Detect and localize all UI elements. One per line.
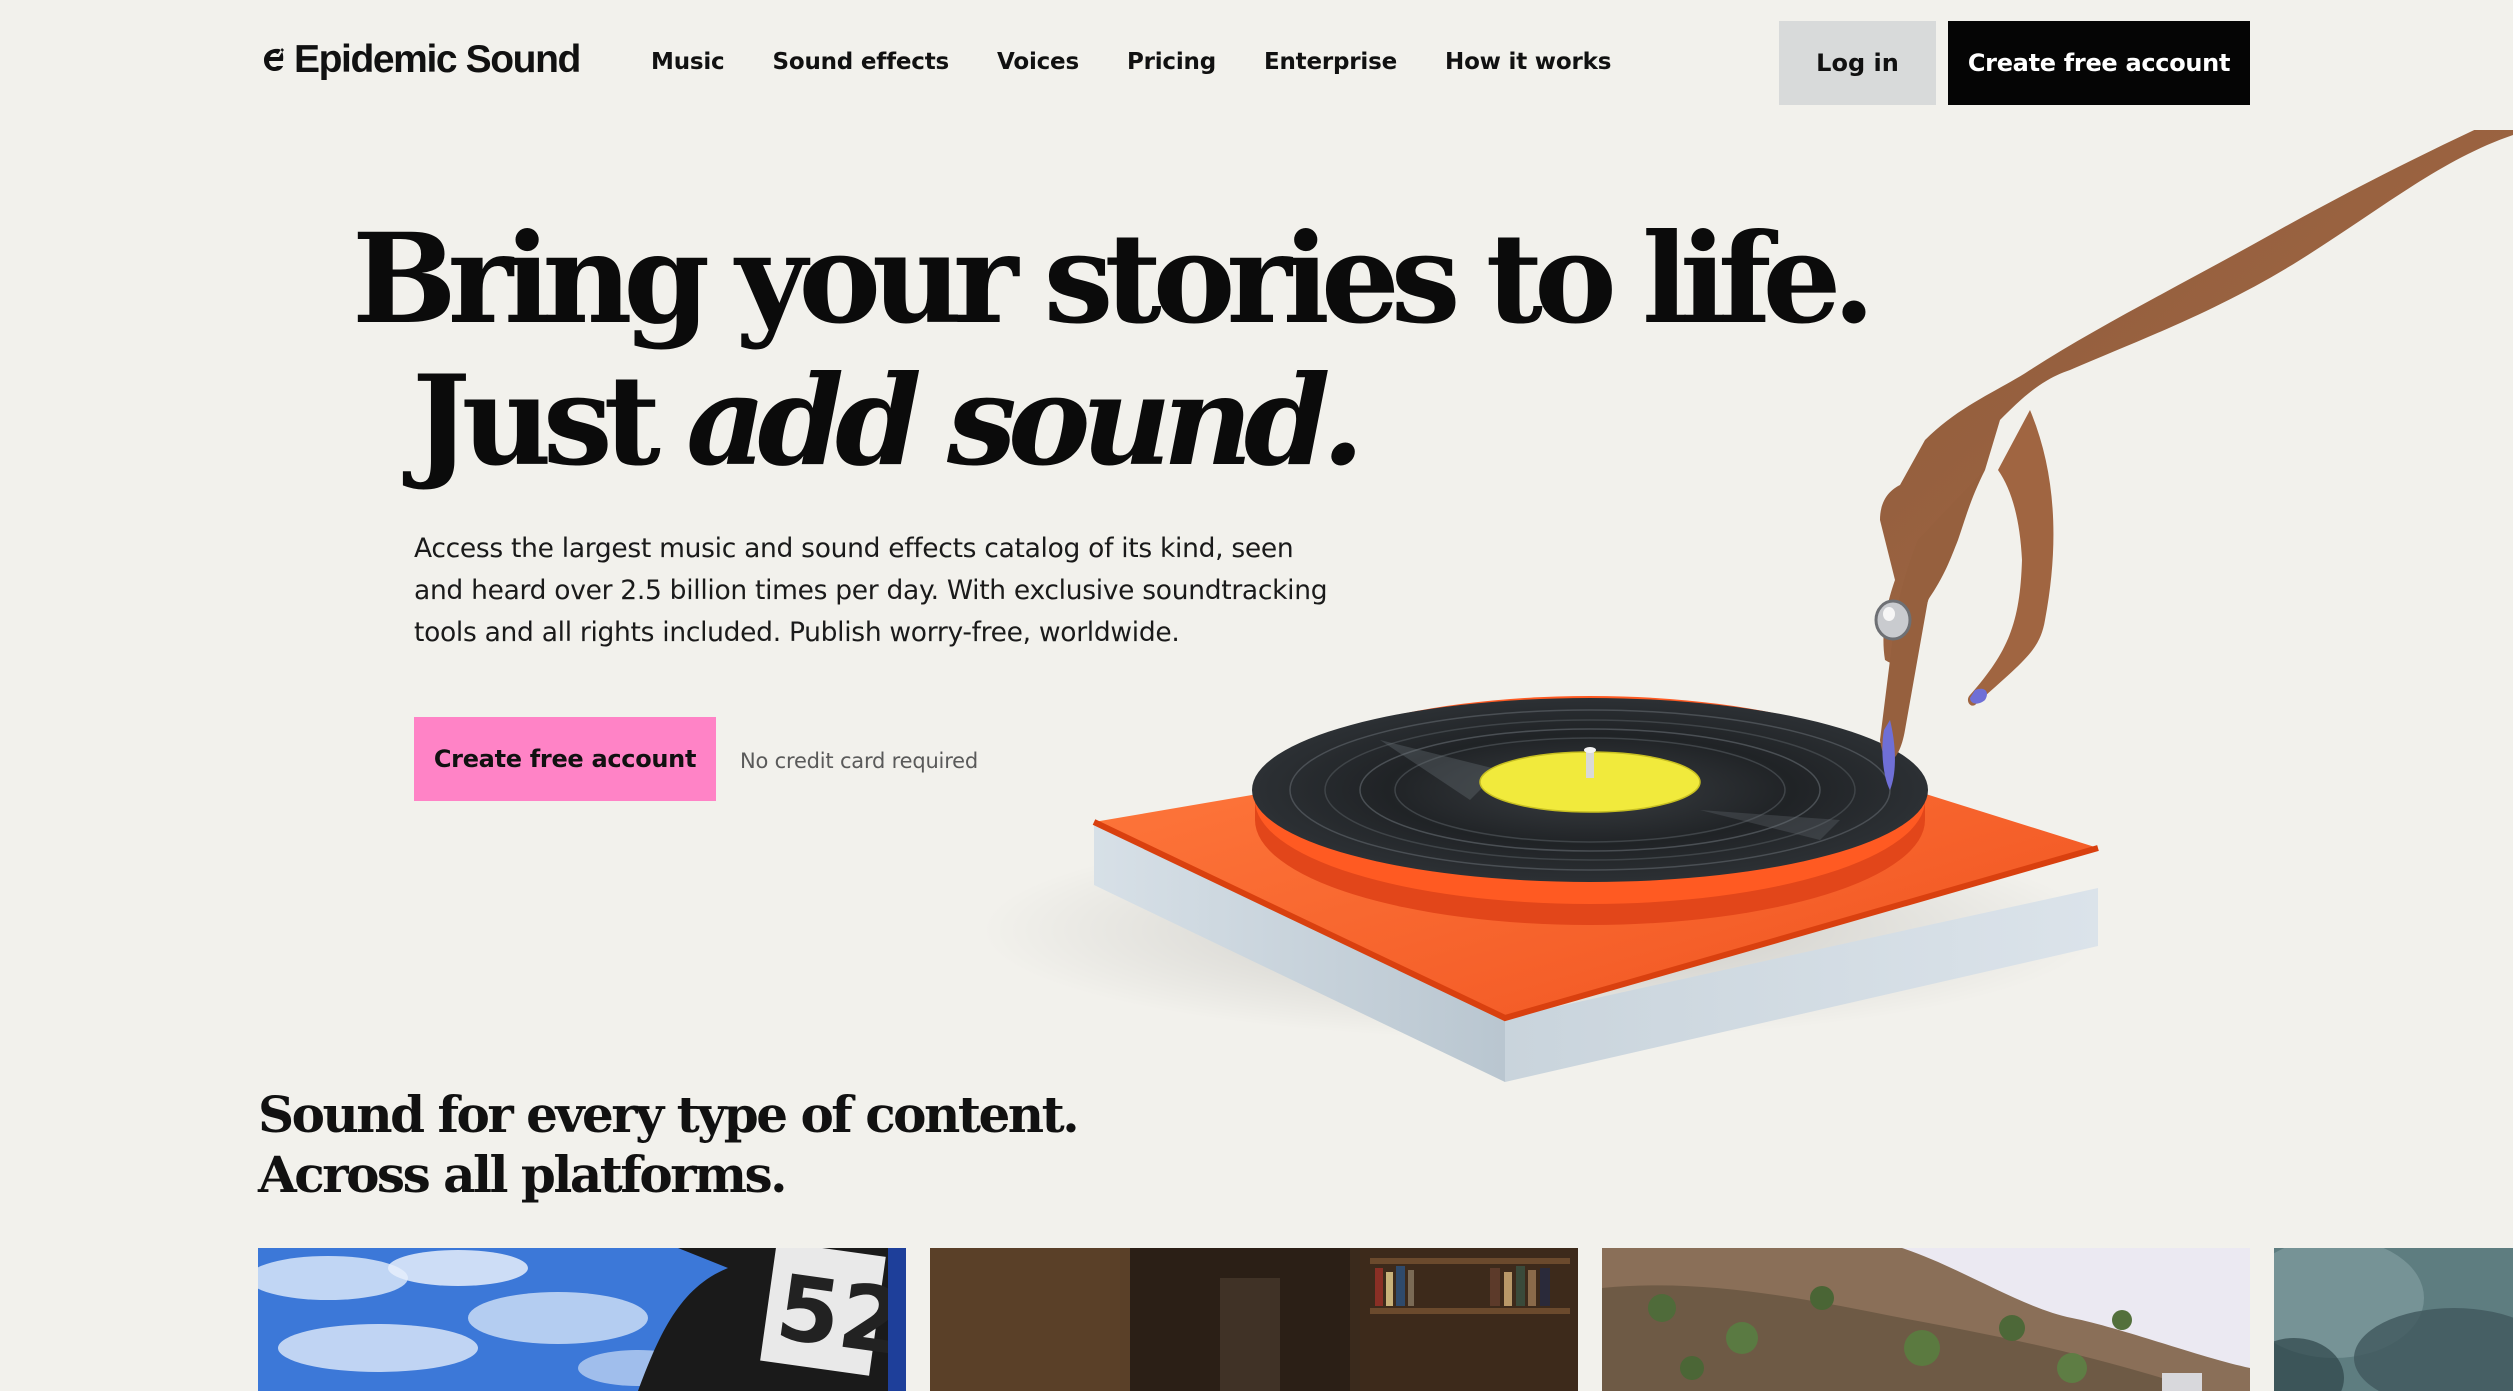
svg-text:52: 52 xyxy=(770,1255,906,1376)
brand-name: Epidemic Sound xyxy=(294,37,581,81)
brand-logo[interactable]: Epidemic Sound xyxy=(258,34,581,84)
nav-item-voices[interactable]: Voices xyxy=(997,49,1079,75)
content-section-title: Sound for every type of content. Across … xyxy=(258,1085,1080,1205)
hero-heading-plain: Just xyxy=(412,349,687,494)
content-section-title-line-2: Across all platforms. xyxy=(258,1145,788,1204)
hillside-landscape-photo xyxy=(1602,1248,2250,1391)
content-card-interior[interactable] xyxy=(930,1248,1578,1391)
content-card-blurred[interactable] xyxy=(2274,1248,2513,1391)
nav-item-music[interactable]: Music xyxy=(651,49,725,75)
nav-item-how-it-works[interactable]: How it works xyxy=(1445,49,1611,75)
nav-item-pricing[interactable]: Pricing xyxy=(1127,49,1216,75)
motocross-photo: 52 xyxy=(258,1248,906,1391)
main-nav: Music Sound effects Voices Pricing Enter… xyxy=(651,44,1611,80)
blurred-photo xyxy=(2274,1248,2513,1391)
turntable-with-hand-illustration xyxy=(980,130,2513,1082)
content-cards-row: 52 xyxy=(258,1248,2513,1391)
login-button[interactable]: Log in xyxy=(1779,21,1936,105)
hero-create-account-button[interactable]: Create free account xyxy=(414,717,716,801)
header-create-account-button[interactable]: Create free account xyxy=(1948,21,2250,105)
no-credit-card-note: No credit card required xyxy=(740,749,979,773)
nav-item-sound-effects[interactable]: Sound effects xyxy=(772,49,949,75)
site-header: Epidemic Sound Music Sound effects Voice… xyxy=(0,0,2513,125)
content-card-hillside[interactable] xyxy=(1602,1248,2250,1391)
nav-item-enterprise[interactable]: Enterprise xyxy=(1264,49,1397,75)
page: Epidemic Sound Music Sound effects Voice… xyxy=(0,0,2513,1391)
interior-room-photo xyxy=(930,1248,1578,1391)
content-card-motocross[interactable]: 52 xyxy=(258,1248,906,1391)
logo-mark-icon xyxy=(264,48,284,71)
content-section-title-line-1: Sound for every type of content. xyxy=(258,1085,1080,1144)
